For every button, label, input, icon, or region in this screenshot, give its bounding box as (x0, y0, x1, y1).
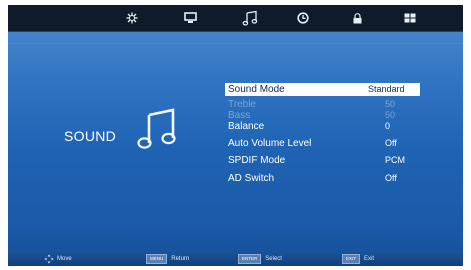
menu-item-label: SPDIF Mode (228, 155, 286, 166)
menu-item-sound-mode[interactable]: Sound Mode Standard (225, 83, 420, 96)
screen-icon (183, 12, 197, 23)
menu-item-value: 0 (385, 121, 391, 131)
lock-icon (353, 12, 361, 23)
tab-picture[interactable] (104, 5, 160, 31)
clock-icon (297, 12, 309, 24)
tab-lock[interactable] (329, 5, 385, 31)
menu-item-auto-volume-level[interactable]: Auto Volume Level Off (225, 137, 420, 150)
hint-select: ENTER Select (238, 254, 282, 264)
menu-item-value: Off (385, 138, 397, 148)
menu-item-value: Standard (368, 84, 405, 94)
picture-icon (126, 12, 138, 24)
enter-key: ENTER (238, 254, 262, 264)
menu-item-ad-switch[interactable]: AD Switch Off (225, 172, 420, 185)
tab-time[interactable] (275, 5, 331, 31)
hint-label: Move (57, 256, 72, 262)
hint-bar: Move MENU Return ENTER Select EXIT Exit (8, 252, 463, 266)
music-note-icon (242, 10, 258, 26)
exit-key: EXIT (342, 254, 361, 264)
top-tab-bar (8, 5, 463, 32)
hint-exit: EXIT Exit (342, 254, 374, 264)
menu-item-label: AD Switch (228, 173, 275, 184)
section-title: SOUND (64, 128, 117, 144)
hint-label: Select (265, 256, 282, 262)
tab-setup[interactable] (382, 5, 438, 31)
tv-osd-screen: SOUND Sound Mode Standard Treble 50 Bass… (8, 5, 463, 266)
menu-item-label: Sound Mode (228, 84, 285, 95)
menu-item-label: Balance (228, 121, 265, 132)
menu-item-value: PCM (385, 155, 405, 165)
menu-item-balance[interactable]: Balance 0 (225, 120, 420, 133)
sound-section-icon (136, 108, 178, 155)
menu-item-spdif-mode[interactable]: SPDIF Mode PCM (225, 154, 420, 167)
tab-screen[interactable] (162, 5, 218, 31)
music-note-icon (137, 108, 176, 149)
menu-item-value: Off (385, 173, 397, 183)
move-arrows-icon (44, 254, 54, 264)
tab-sound[interactable] (222, 5, 278, 31)
grid-icon (404, 13, 416, 23)
header-divider (8, 43, 463, 44)
sound-menu: Sound Mode Standard Treble 50 Bass 50 Ba… (225, 83, 420, 185)
hint-return: MENU Return (146, 254, 189, 264)
hint-move: Move (44, 254, 72, 264)
menu-key: MENU (146, 254, 168, 264)
menu-item-label: Auto Volume Level (228, 138, 312, 149)
hint-label: Return (171, 256, 190, 262)
hint-label: Exit (364, 256, 375, 262)
